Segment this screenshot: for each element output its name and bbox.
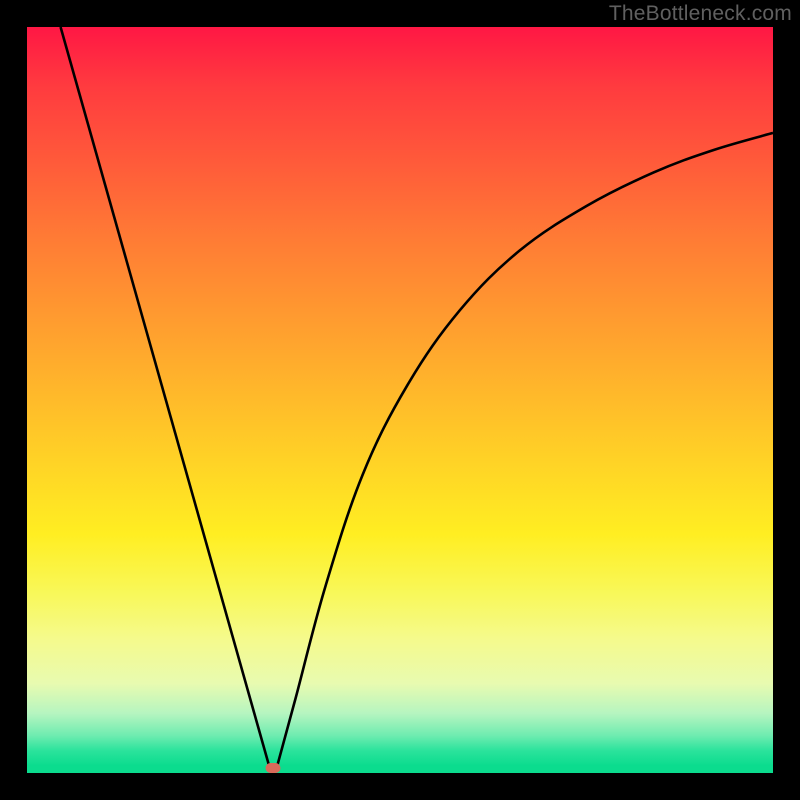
curve-left-branch: [61, 27, 270, 767]
minimum-marker: [266, 763, 281, 773]
chart-plot-area: [27, 27, 773, 773]
watermark-text: TheBottleneck.com: [609, 2, 792, 26]
bottleneck-curve: [27, 27, 773, 773]
curve-right-branch: [277, 133, 773, 767]
